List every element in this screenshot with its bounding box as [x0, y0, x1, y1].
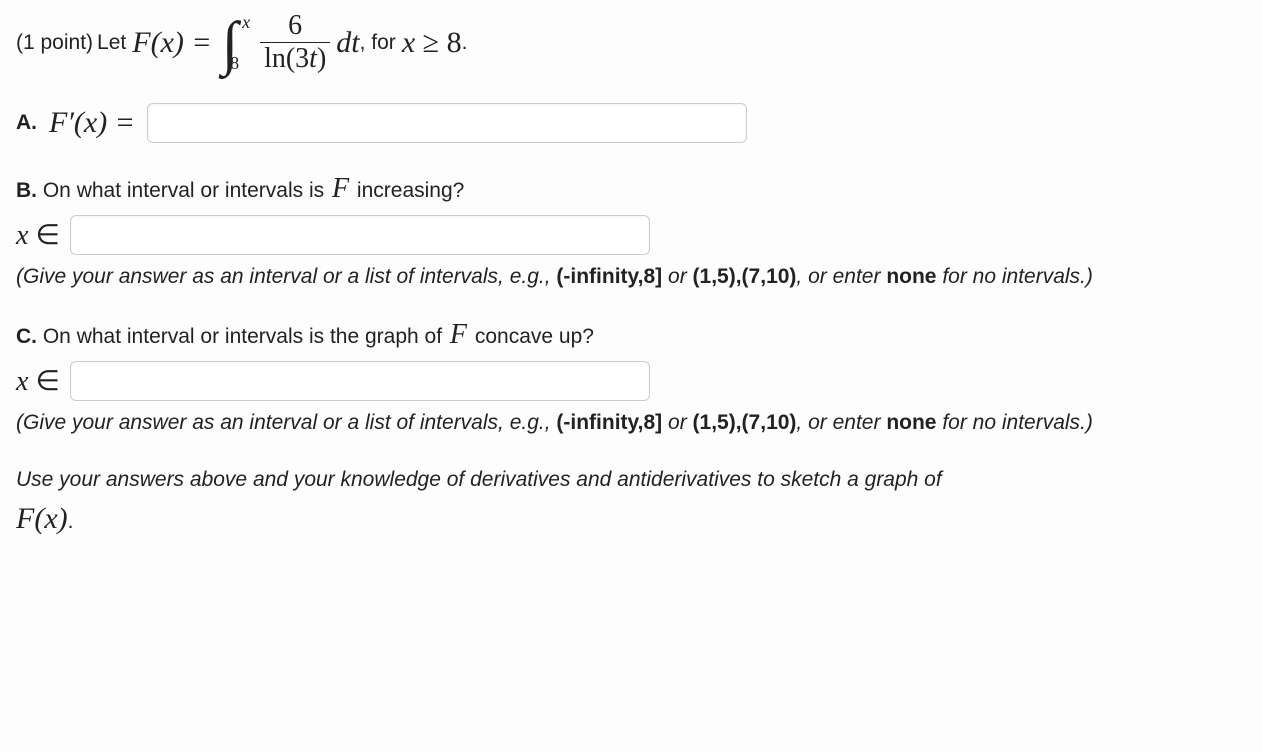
part-a: A. F′(x) =	[16, 103, 1246, 143]
condition: x ≥ 8	[402, 26, 462, 60]
part-b-F: F	[332, 173, 349, 204]
part-a-input[interactable]	[147, 103, 747, 143]
part-c-text2: concave up?	[475, 325, 594, 348]
dt-text: dt	[336, 26, 359, 60]
final-period: .	[68, 510, 74, 533]
final-fx: F(x)	[16, 502, 68, 535]
hint-or1: or	[668, 265, 687, 288]
hint-none: none	[886, 265, 936, 288]
hint-c-none: none	[886, 411, 936, 434]
integral-bounds: x 8	[236, 12, 250, 74]
integral-sign: ∫	[222, 22, 238, 64]
part-b-text1: On what interval or intervals is	[43, 179, 324, 202]
hint-c-ex2: (1,5),(7,10)	[693, 411, 797, 434]
part-b-question: B. On what interval or intervals is F in…	[16, 173, 1246, 205]
hint-c-text2: for no intervals.)	[942, 411, 1093, 434]
integral-upper: x	[242, 12, 250, 33]
part-a-label: A.	[16, 111, 37, 135]
part-c-xin: x ∈	[16, 364, 60, 398]
hint-c-or1: or	[668, 411, 687, 434]
part-c-F: F	[450, 319, 467, 350]
part-b-text2: increasing?	[357, 179, 464, 202]
hint-c-or2: , or enter	[796, 411, 880, 434]
part-b-xin: x ∈	[16, 218, 60, 252]
fraction-denominator: ln(3t)	[260, 42, 330, 75]
fx-expr: F(x) =	[132, 26, 211, 60]
problem-intro: (1 point) Let F(x) = ∫ x 8 6 ln(3t) dt ,…	[16, 10, 1246, 75]
points-label: (1 point)	[16, 31, 93, 55]
hint-ex1: (-infinity,8]	[556, 265, 662, 288]
part-c-hint: (Give your answer as an interval or a li…	[16, 407, 1246, 439]
part-c-question: C. On what interval or intervals is the …	[16, 319, 1246, 351]
final-text: Use your answers above and your knowledg…	[16, 468, 942, 491]
part-c-input[interactable]	[70, 361, 650, 401]
part-b-input[interactable]	[70, 215, 650, 255]
part-c-text1: On what interval or intervals is the gra…	[43, 325, 442, 348]
fraction-numerator: 6	[284, 10, 306, 42]
hint-ex2: (1,5),(7,10)	[693, 265, 797, 288]
part-b-input-row: x ∈	[16, 215, 1246, 255]
integral-expr: ∫ x 8	[222, 12, 250, 74]
for-text: , for	[360, 31, 396, 55]
final-instruction: Use your answers above and your knowledg…	[16, 464, 1246, 541]
part-c-label: C.	[16, 325, 37, 348]
integrand-fraction: 6 ln(3t)	[260, 10, 330, 75]
part-c-input-row: x ∈	[16, 361, 1246, 401]
part-b-label: B.	[16, 179, 37, 202]
let-text: Let	[97, 31, 126, 55]
part-b-hint: (Give your answer as an interval or a li…	[16, 261, 1246, 293]
hint-text1: (Give your answer as an interval or a li…	[16, 265, 551, 288]
hint-c-text1: (Give your answer as an interval or a li…	[16, 411, 551, 434]
hint-text2: for no intervals.)	[942, 265, 1093, 288]
hint-or2: , or enter	[796, 265, 880, 288]
intro-period: .	[462, 31, 468, 55]
hint-c-ex1: (-infinity,8]	[556, 411, 662, 434]
part-a-expr: F′(x) =	[49, 106, 135, 140]
